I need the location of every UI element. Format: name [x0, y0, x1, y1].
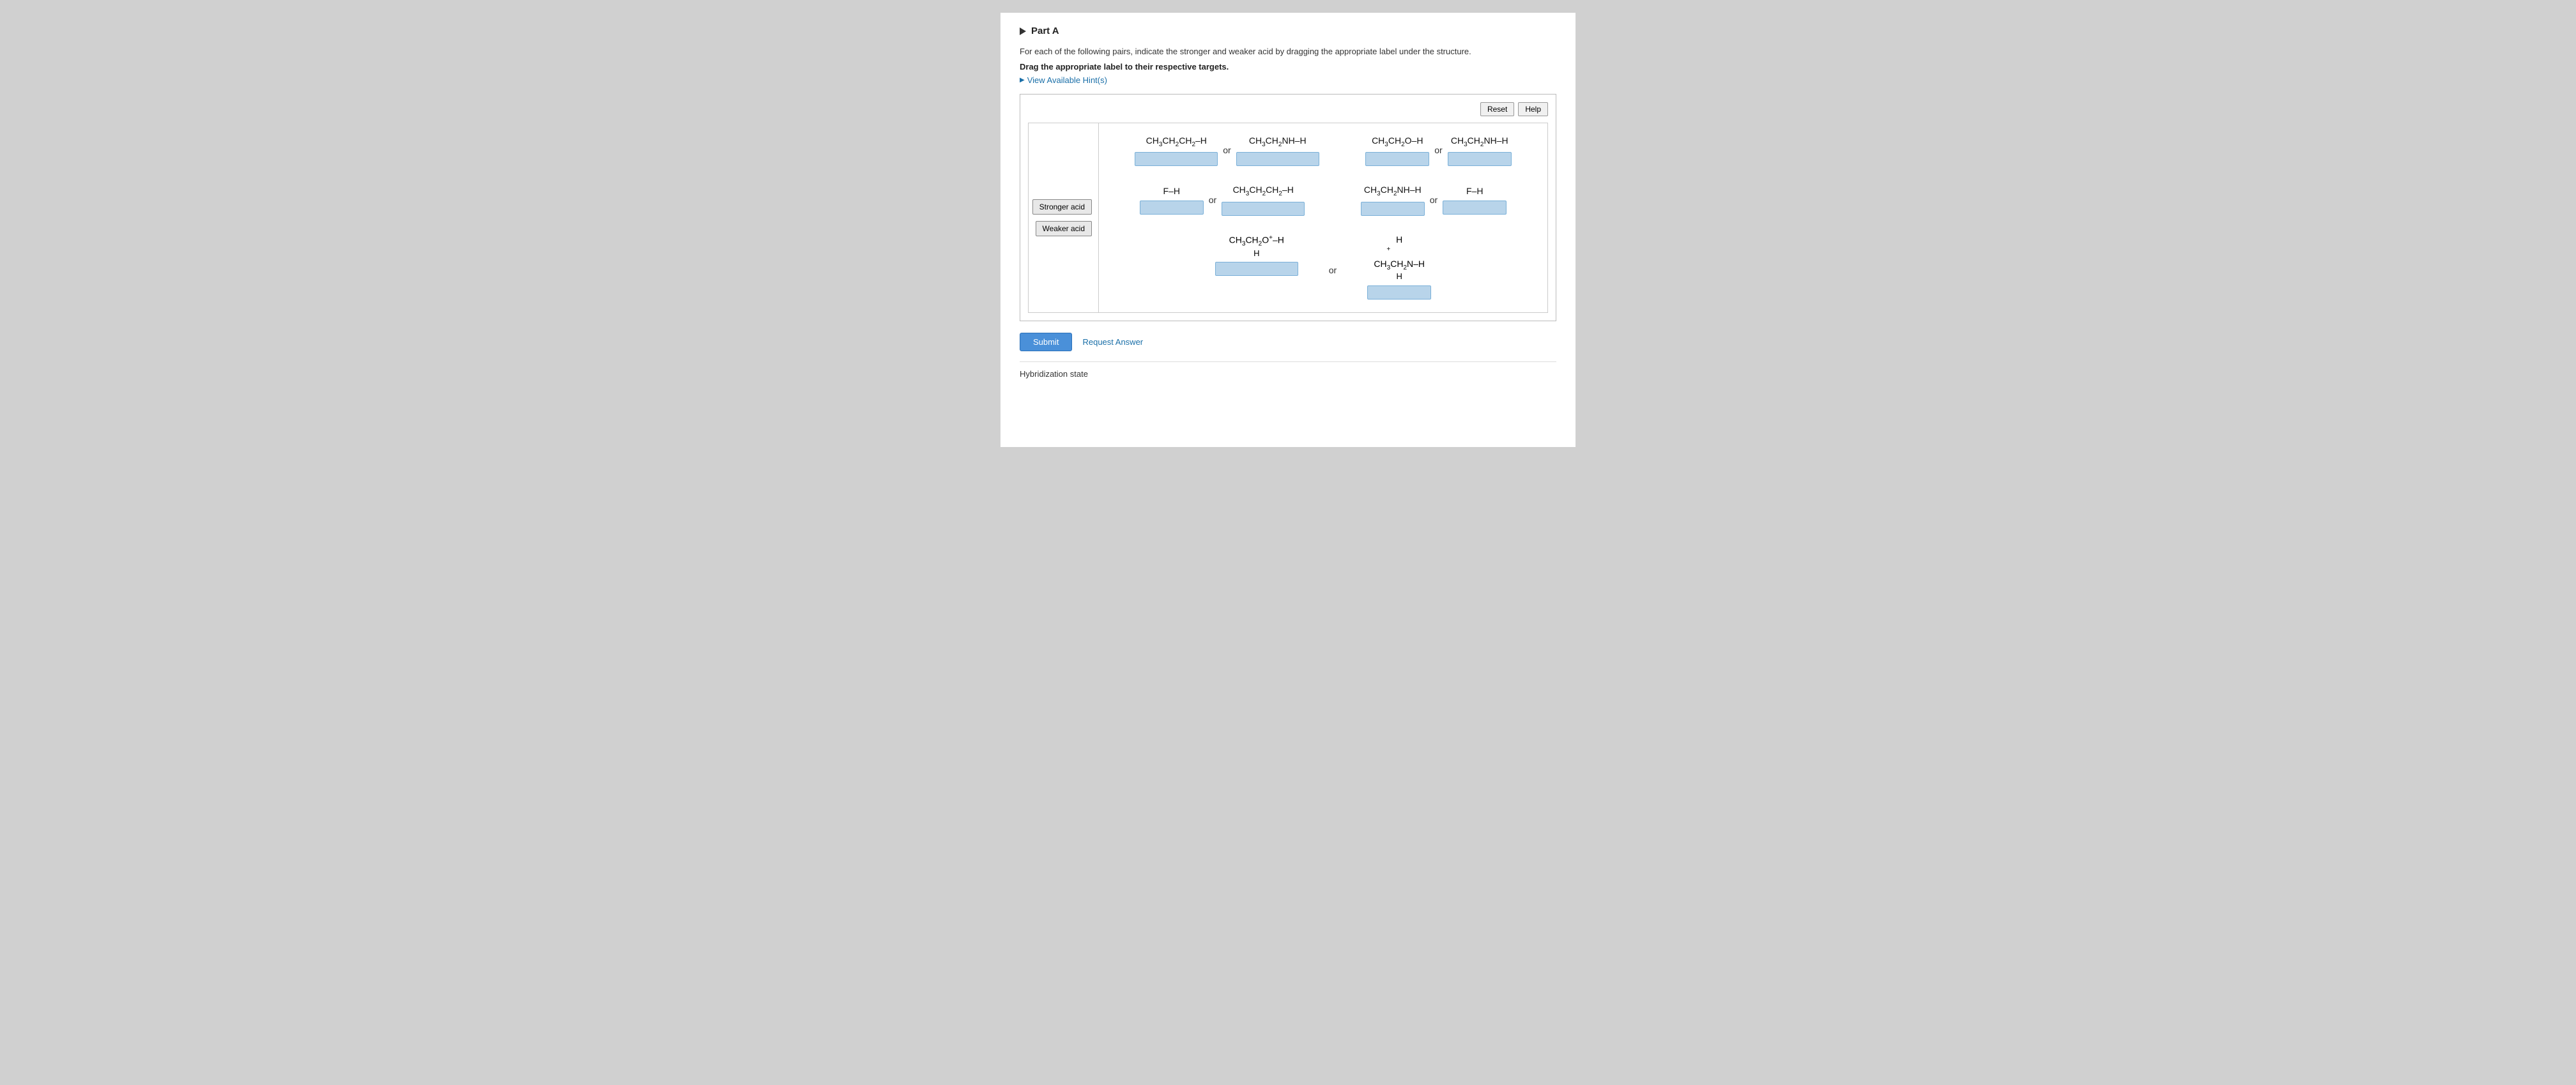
pair4-left-drop[interactable]: [1361, 202, 1425, 216]
row3: CH3CH2O+–H H or H + CH3CH2N–H: [1112, 234, 1535, 300]
pair2-left-formula: CH3CH2O–H: [1372, 135, 1423, 149]
or-connector-1: or: [1223, 145, 1230, 155]
pair3-left: F–H: [1140, 185, 1204, 215]
row2: F–H or CH3CH2CH2–H: [1112, 184, 1535, 216]
hint-link[interactable]: View Available Hint(s): [1020, 75, 1556, 85]
or-connector-3: or: [1209, 195, 1216, 205]
hint-text: View Available Hint(s): [1027, 75, 1107, 85]
weaker-acid-label[interactable]: Weaker acid: [1036, 221, 1092, 236]
pair5-left-drop[interactable]: [1215, 262, 1298, 276]
pair3-right: CH3CH2CH2–H: [1222, 184, 1305, 216]
stronger-acid-label[interactable]: Stronger acid: [1032, 199, 1092, 215]
pair3-right-formula: CH3CH2CH2–H: [1233, 184, 1294, 199]
or-connector-4: or: [1430, 195, 1438, 205]
pair3-left-formula: F–H: [1163, 185, 1180, 198]
pair2-right: CH3CH2NH–H: [1448, 135, 1512, 167]
request-answer-link[interactable]: Request Answer: [1082, 337, 1143, 347]
instructions-bold: Drag the appropriate label to their resp…: [1020, 62, 1556, 72]
pair5-left: CH3CH2O+–H H: [1215, 234, 1298, 300]
row1: CH3CH2CH2–H or CH3CH2NH–H: [1112, 135, 1535, 167]
instructions-text: For each of the following pairs, indicat…: [1020, 45, 1556, 58]
pair4-left-formula: CH3CH2NH–H: [1364, 184, 1422, 199]
pair2-right-formula: CH3CH2NH–H: [1451, 135, 1508, 149]
help-button[interactable]: Help: [1518, 102, 1548, 116]
pair1-right-drop[interactable]: [1236, 152, 1319, 166]
part-header: Part A: [1020, 26, 1556, 36]
part-title: Part A: [1031, 26, 1059, 36]
pair4-right: F–H: [1443, 185, 1506, 215]
pair2: CH3CH2O–H or CH3CH2NH–H: [1365, 135, 1511, 167]
bottom-section: Hybridization state: [1020, 361, 1556, 380]
content-area: Stronger acid Weaker acid CH3CH2: [1028, 123, 1548, 314]
bottom-section-title: Hybridization state: [1020, 369, 1088, 379]
pair1-right: CH3CH2NH–H: [1236, 135, 1319, 167]
pair5-right: H + CH3CH2N–H H: [1367, 234, 1431, 300]
page-container: Part A For each of the following pairs, …: [1000, 13, 1575, 447]
pair3-right-drop[interactable]: [1222, 202, 1305, 216]
main-box: Reset Help Stronger acid Weaker acid: [1020, 94, 1556, 322]
pair4-right-formula: F–H: [1466, 185, 1483, 198]
pair1-left: CH3CH2CH2–H: [1135, 135, 1218, 167]
pair4: CH3CH2NH–H or F–H: [1361, 184, 1506, 216]
labels-column: Stronger acid Weaker acid: [1029, 123, 1099, 313]
pair1: CH3CH2CH2–H or CH3CH2NH–H: [1135, 135, 1319, 167]
pair5-left-formula: CH3CH2O+–H H: [1229, 234, 1284, 259]
pair4-right-drop[interactable]: [1443, 201, 1506, 215]
pair2-left-drop[interactable]: [1365, 152, 1429, 166]
pairs-area: CH3CH2CH2–H or CH3CH2NH–H: [1099, 123, 1547, 313]
reset-button[interactable]: Reset: [1480, 102, 1514, 116]
pair3-left-drop[interactable]: [1140, 201, 1204, 215]
pair1-left-drop[interactable]: [1135, 152, 1218, 166]
pair5-right-drop[interactable]: [1367, 285, 1431, 300]
collapse-icon[interactable]: [1020, 27, 1026, 35]
pair5-right-formula: H + CH3CH2N–H H: [1374, 234, 1425, 282]
or-connector-2: or: [1434, 145, 1442, 155]
or-connector-5: or: [1329, 259, 1337, 275]
submit-area: Submit Request Answer: [1020, 333, 1556, 351]
row-wrapper: CH3CH2CH2–H or CH3CH2NH–H: [1112, 135, 1535, 300]
pair1-right-formula: CH3CH2NH–H: [1249, 135, 1307, 149]
submit-button[interactable]: Submit: [1020, 333, 1072, 351]
pair4-left: CH3CH2NH–H: [1361, 184, 1425, 216]
pair1-left-formula: CH3CH2CH2–H: [1146, 135, 1207, 149]
pair2-right-drop[interactable]: [1448, 152, 1512, 166]
pair2-left: CH3CH2O–H: [1365, 135, 1429, 167]
top-bar: Reset Help: [1028, 102, 1548, 116]
pair3: F–H or CH3CH2CH2–H: [1140, 184, 1305, 216]
